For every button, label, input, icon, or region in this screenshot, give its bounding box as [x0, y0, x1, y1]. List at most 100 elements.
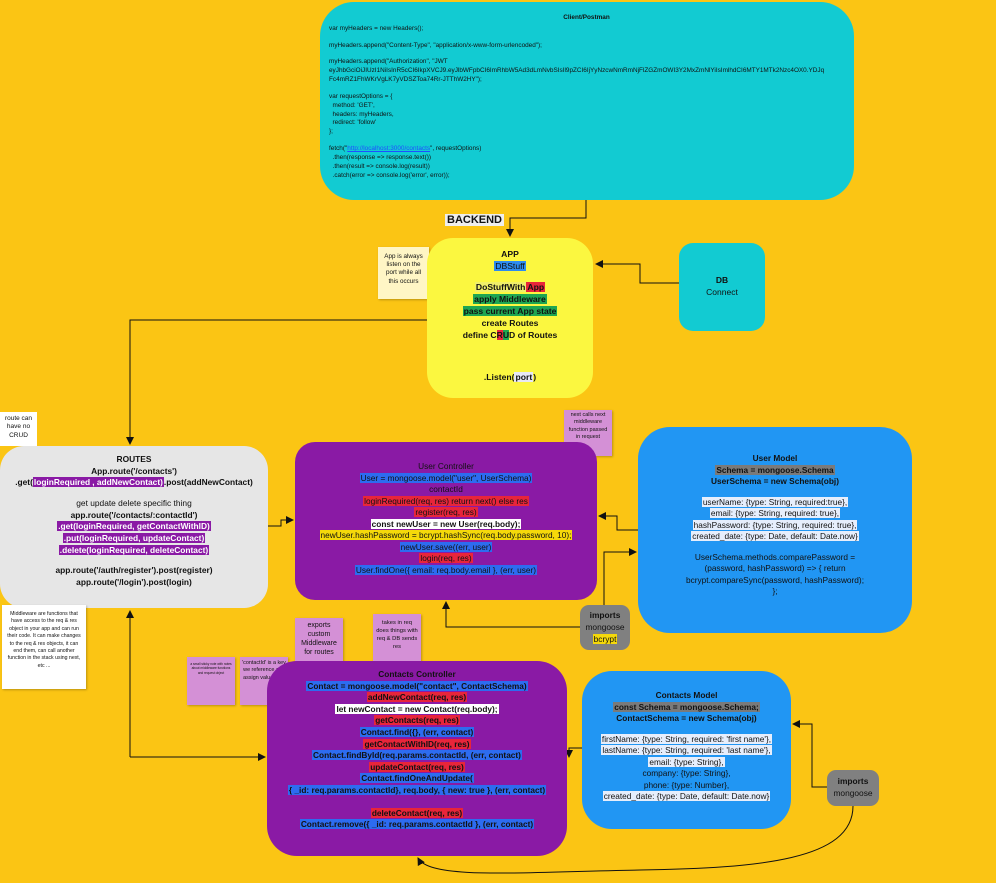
client-fetch-url[interactable]: http://localhost:3000/contacts: [347, 145, 430, 152]
sticky-note-takes-req: takes in req does things with req & DB s…: [373, 614, 421, 662]
routes-line2: app.route('/contacts/:contactId'): [70, 509, 198, 520]
db-title: DB: [715, 275, 729, 285]
app-listen: .Listen(: [483, 372, 515, 383]
routes-get1-rest: , addNewContact): [91, 477, 164, 488]
imports1-b: bcrypt: [592, 633, 618, 644]
routes-get2: .get(loginRequired, getContactWithID): [57, 521, 211, 532]
contactsctl-l11: deleteContact(req, res): [370, 807, 464, 818]
routes-post1: .post(addNewContact): [163, 477, 253, 488]
client-postman-card: Client/Postman var myHeaders = new Heade…: [320, 2, 854, 200]
client-code-line: [329, 50, 844, 58]
routes-line4: app.route('/login').post(login): [76, 577, 192, 588]
usermodel-title: User Model: [752, 453, 798, 463]
connector-routes-userctl: [268, 516, 294, 527]
contactsmodel-l1: const Schema = mongoose.Schema;: [613, 701, 760, 712]
client-code-line: .catch(error => console.log('error', err…: [329, 171, 450, 179]
sticky-note-route-crud: route can have no CRUD: [0, 412, 37, 446]
app-listen-close: ): [533, 372, 537, 383]
client-code-line: var myHeaders = new Headers();: [329, 24, 424, 32]
connector-imports1-usermodel: [603, 548, 637, 605]
routes-get1-mw: loginRequired: [32, 477, 92, 488]
client-code-line: var requestOptions = {: [329, 92, 393, 100]
imports1-title: imports: [589, 610, 621, 620]
connector-usermodel-userctl: [598, 512, 638, 531]
imports2-a: mongoose: [833, 787, 873, 798]
contactsctl-l2: addNewContact(req, res): [366, 692, 468, 703]
contactsmodel-title: Contacts Model: [655, 690, 718, 700]
connector-client-app: [506, 200, 587, 237]
connector-db-app: [595, 260, 679, 284]
client-code-line: method: 'GET',: [329, 101, 375, 109]
client-code-block: var myHeaders = new Headers(); myHeaders.…: [329, 25, 844, 181]
user-model-node: User Model Schema = mongoose.Schema User…: [638, 427, 912, 633]
contactsctl-l6: getContactWithID(req, res): [363, 738, 471, 749]
contactsctl-l5: Contact.find({}, (err, contact): [359, 727, 475, 738]
contactsctl-l3: let newContact = new Contact(req.body);: [335, 703, 499, 714]
app-pass-state: pass current App state: [462, 306, 558, 317]
userctl-l8: login(req, res): [419, 553, 473, 564]
client-code-line: [329, 85, 844, 93]
contactsmodel-f4: company: {type: String},: [642, 768, 731, 779]
imports1-a: mongoose: [585, 621, 625, 632]
usermodel-f1: userName: {type: String, required:true},: [701, 496, 849, 507]
contactsmodel-f6: created_date: {type: Date, default: Date…: [602, 791, 771, 802]
contactsctl-l10: { _id: req.params.contactId}, req.body, …: [287, 785, 547, 796]
app-do-stuff: DoStuffWith: [474, 282, 527, 293]
db-subtitle: Connect: [706, 286, 738, 297]
routes-del2: .delete(loginRequired, deleteContact): [58, 544, 210, 555]
contactsctl-title: Contacts Controller: [378, 669, 456, 679]
client-code-line: [329, 34, 844, 42]
usermodel-f2: email: {type: String, required: true},: [709, 508, 841, 519]
userctl-l5: const newUser = new User(req.body);: [370, 518, 522, 529]
usermodel-l2: UserSchema = new Schema(obj): [711, 476, 839, 487]
usermodel-l1: Schema = mongoose.Schema: [715, 464, 835, 475]
app-apply-middleware: apply Middleware: [473, 294, 547, 305]
contactsmodel-l2: ContactSchema = new Schema(obj): [616, 713, 757, 724]
app-node: APP DBStuff DoStuffWith App apply Middlew…: [427, 238, 593, 398]
client-code-line: fetch("http://localhost:3000/contacts", …: [329, 145, 482, 153]
routes-node: ROUTES App.route('/contacts') .get(login…: [0, 446, 268, 608]
usermodel-m3: bcrypt.compareSync(password, hashPasswor…: [686, 574, 864, 585]
client-code-line: Fc4mRZ1FhWKrVgLK7yVDSZToa74Rr-JTThW2HY")…: [329, 76, 482, 84]
contacts-model-node: Contacts Model const Schema = mongoose.S…: [582, 671, 791, 829]
client-code-line: .then(result => console.log(result)): [329, 162, 430, 170]
client-code-line: redirect: 'follow': [329, 119, 377, 127]
contactsctl-l9: Contact.findOneAndUpdate(: [360, 773, 474, 784]
imports-mongoose-node: imports mongoose: [827, 770, 879, 806]
imports2-title: imports: [837, 776, 869, 786]
contactsmodel-f3: email: {type: String},: [648, 756, 725, 767]
app-create-routes: create Routes: [481, 318, 539, 329]
backend-label: BACKEND: [445, 214, 504, 226]
app-crud-r: R: [496, 330, 503, 341]
sticky-note-app-listen: App is always listen on the port while a…: [378, 247, 429, 299]
userctl-title: User Controller: [418, 461, 474, 471]
client-code-line: myHeaders.append("Authorization", "JWT: [329, 58, 448, 66]
userctl-l6: newUser.hashPassword = bcrypt.hashSync(r…: [319, 530, 573, 541]
usermodel-m2: (password, hashPassword) => { return: [704, 563, 846, 574]
userctl-l4: register(req, res): [414, 507, 478, 518]
sticky-note-small: a small sticky note with notes about mid…: [187, 657, 235, 705]
connector-contactsmodel-contactsctl: [565, 747, 582, 758]
usermodel-f3: hashPassword: {type: String, required: t…: [692, 519, 858, 530]
contactsmodel-f1: firstName: {type: String, required: 'fir…: [600, 733, 773, 744]
connector-imports1-userctl: [442, 601, 580, 628]
contactsctl-l12: Contact.remove({ _id: req.params.contact…: [299, 819, 535, 830]
usermodel-m1: UserSchema.methods.comparePassword =: [694, 551, 856, 562]
contacts-controller-node: Contacts Controller Contact = mongoose.m…: [267, 661, 567, 856]
app-title: APP: [501, 249, 519, 259]
routes-title: ROUTES: [116, 454, 152, 464]
app-define-crud-pre: define C: [462, 330, 497, 341]
userctl-l3: loginRequired(req, res) return next() el…: [363, 495, 529, 506]
routes-get1-pre: .get(: [15, 477, 33, 488]
client-code-line: };: [329, 128, 333, 136]
sticky-note-exports-middleware: exports custom Middleware for routes: [295, 618, 343, 666]
routes-line1: App.route('/contacts'): [91, 465, 177, 476]
connector-app-routes: [126, 319, 427, 445]
userctl-l7: newUser.save((err, user): [399, 541, 493, 552]
routes-put2: .put(loginRequired, updateContact): [62, 533, 206, 544]
contactsmodel-f2: lastName: {type: String, required: 'last…: [601, 745, 772, 756]
contactsctl-l7: Contact.findById(req.params.contactId, (…: [312, 750, 522, 761]
connector-imports2-contactsmodel: [792, 720, 827, 788]
userctl-l2: contactId: [429, 484, 463, 495]
app-db-stuff: DBStuff: [494, 261, 526, 272]
